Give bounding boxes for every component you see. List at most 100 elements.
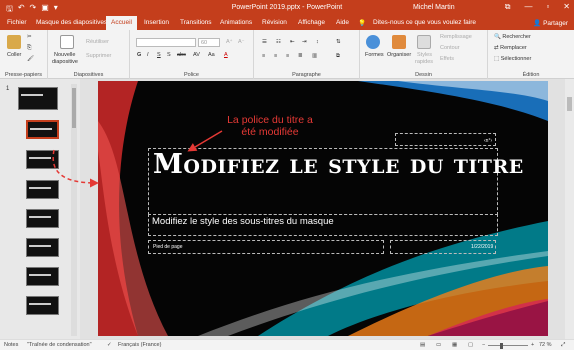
editor-scrollbar[interactable] — [565, 79, 574, 339]
layout-thumbnail[interactable] — [26, 209, 59, 228]
find-label: Rechercher — [502, 34, 531, 40]
tab-aide[interactable]: Aide — [336, 19, 349, 26]
tab-masque[interactable]: Masque des diapositives — [36, 19, 107, 26]
new-slide-icon[interactable] — [60, 35, 74, 49]
delete-slide-button[interactable]: Supprimer — [86, 53, 111, 59]
font-size-combo[interactable]: 60 — [198, 38, 220, 47]
shapes-icon[interactable] — [366, 35, 380, 49]
thumbnail-scroll-thumb[interactable] — [72, 88, 76, 128]
tab-revision[interactable]: Révision — [262, 19, 287, 26]
user-name[interactable]: Michel Martin — [413, 4, 455, 11]
notes-toggle-icon[interactable]: ▤ — [420, 342, 425, 348]
layout-thumbnail[interactable] — [26, 238, 59, 257]
slide-number-text: ‹n°› — [484, 138, 493, 144]
format-painter-icon[interactable]: 🖌 — [27, 56, 34, 62]
sorter-view-icon[interactable]: ▦ — [452, 342, 457, 348]
quick-styles-label-1[interactable]: Styles — [417, 52, 432, 58]
thumbnail-number: 1 — [6, 86, 10, 92]
cut-icon[interactable]: ✂ — [27, 34, 32, 40]
fit-to-window-icon[interactable]: ⤢ — [561, 342, 565, 349]
smartart-icon[interactable]: ⧉ — [336, 53, 340, 60]
close-button[interactable]: ✕ — [563, 2, 570, 12]
normal-view-icon[interactable]: ▭ — [436, 342, 441, 348]
shape-outline-button[interactable]: Contour — [440, 45, 460, 51]
window-title: PowerPoint 2019.pptx - PowerPoint — [231, 4, 343, 11]
slide-number-placeholder[interactable] — [395, 133, 496, 146]
tab-accueil[interactable]: Accueil — [106, 16, 137, 30]
layout-thumbnail[interactable] — [26, 296, 59, 315]
arrange-icon[interactable] — [392, 35, 406, 49]
zoom-out-icon[interactable]: − — [482, 342, 485, 348]
new-slide-label-2[interactable]: diapositive — [52, 59, 78, 65]
bold-button[interactable]: G — [137, 52, 141, 58]
editor-scroll-thumb[interactable] — [567, 97, 572, 111]
reading-view-icon[interactable]: ▢ — [468, 342, 473, 348]
increase-indent-icon[interactable]: ⇥ — [302, 39, 307, 45]
footer-placeholder[interactable] — [148, 240, 384, 254]
minimize-button[interactable]: — — [524, 2, 532, 12]
paste-button[interactable]: Coller — [7, 52, 21, 58]
tab-fichier[interactable]: Fichier — [7, 19, 27, 26]
layout-thumbnail[interactable] — [26, 150, 59, 169]
shape-fill-button[interactable]: Remplissage — [440, 34, 472, 40]
tab-affichage[interactable]: Affichage — [298, 19, 325, 26]
reuse-slides-button[interactable]: Réutiliser — [86, 39, 109, 45]
quick-styles-icon[interactable] — [417, 35, 431, 49]
share-button[interactable]: 👤 Partager — [533, 19, 568, 27]
decrease-indent-icon[interactable]: ⇤ — [290, 39, 295, 45]
replace-button[interactable]: ⇄ Remplacer — [494, 45, 527, 51]
maximize-button[interactable]: ▫ — [546, 2, 549, 12]
italic-button[interactable]: I — [147, 52, 149, 58]
change-case-button[interactable]: Aa — [208, 52, 215, 58]
thumbnail-scrollbar[interactable] — [71, 84, 77, 336]
master-thumbnail[interactable] — [18, 87, 58, 110]
font-color-button[interactable]: A — [224, 52, 228, 58]
align-left-icon[interactable]: ≡ — [262, 53, 265, 59]
zoom-slider-thumb[interactable] — [500, 343, 504, 349]
slide-title: Modifiez le style du titre — [153, 149, 524, 180]
slide-subtitle: Modifiez le style des sous-titres du mas… — [152, 216, 334, 227]
bullets-icon[interactable]: ☰ — [262, 39, 267, 45]
status-language[interactable]: Français (France) — [118, 342, 161, 348]
tab-animations[interactable]: Animations — [220, 19, 252, 26]
underline-button[interactable]: S — [157, 52, 161, 58]
replace-label: Remplacer — [500, 45, 527, 51]
new-slide-label-1[interactable]: Nouvelle — [54, 52, 75, 58]
shapes-button[interactable]: Formes — [365, 52, 384, 58]
layout-thumbnail-selected[interactable] — [26, 120, 59, 139]
window-controls: ⧉ — ▫ ✕ — [505, 2, 570, 12]
copy-icon[interactable]: ⎘ — [27, 45, 31, 52]
text-direction-icon[interactable]: ⇅ — [336, 39, 341, 45]
shape-effects-button[interactable]: Effets — [440, 56, 454, 62]
align-center-icon[interactable]: ≡ — [274, 53, 277, 59]
numbering-icon[interactable]: ☷ — [276, 39, 281, 45]
char-spacing-button[interactable]: AV — [193, 52, 200, 58]
spellcheck-icon[interactable]: ✓ — [107, 342, 112, 348]
layout-thumbnail[interactable] — [26, 267, 59, 286]
shrink-font-icon[interactable]: A⁻ — [238, 39, 245, 45]
columns-icon[interactable]: ▥ — [312, 53, 317, 59]
arrange-button[interactable]: Organiser — [387, 52, 411, 58]
paste-icon[interactable] — [7, 35, 21, 49]
ribbon-display-icon[interactable]: ⧉ — [505, 2, 511, 12]
tab-transitions[interactable]: Transitions — [180, 19, 212, 26]
tell-me-input[interactable]: Dites-nous ce que vous voulez faire — [373, 19, 476, 26]
group-label-slides: Diapositives — [73, 72, 104, 78]
quick-styles-label-2[interactable]: rapides — [415, 59, 433, 65]
lightbulb-icon: 💡 — [358, 20, 367, 27]
zoom-slider[interactable] — [488, 343, 528, 349]
annotation-line-1: La police du titre a — [227, 114, 313, 126]
line-spacing-icon[interactable]: ↕ — [316, 39, 319, 45]
font-name-combo[interactable] — [136, 38, 196, 47]
grow-font-icon[interactable]: A⁺ — [226, 39, 233, 45]
find-button[interactable]: 🔍 Rechercher — [494, 34, 531, 40]
zoom-level[interactable]: 72 % — [539, 342, 552, 348]
tab-insertion[interactable]: Insertion — [144, 19, 169, 26]
justify-icon[interactable]: ≣ — [298, 53, 303, 59]
layout-thumbnail[interactable] — [26, 180, 59, 199]
shadow-button[interactable]: S — [167, 52, 171, 58]
strikethrough-button[interactable]: abc — [177, 52, 186, 58]
align-right-icon[interactable]: ≡ — [286, 53, 289, 59]
select-button[interactable]: ⬚ Sélectionner — [494, 56, 531, 62]
zoom-in-icon[interactable]: + — [531, 342, 534, 348]
